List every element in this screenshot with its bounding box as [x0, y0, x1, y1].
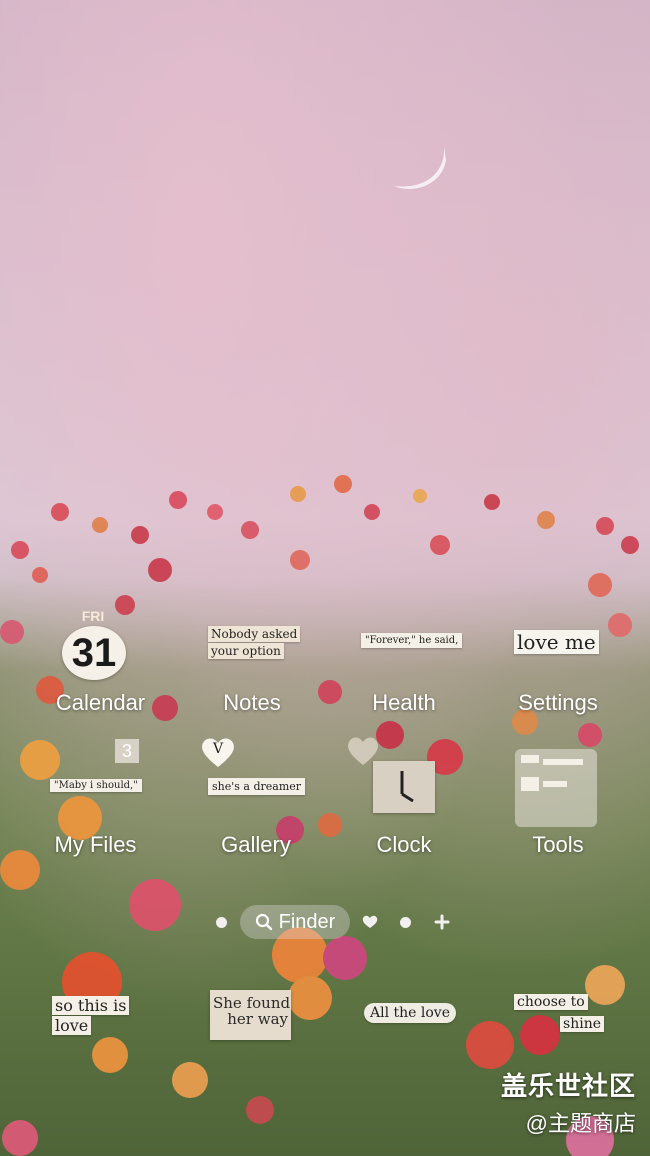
- sticker-shine: shine: [560, 1016, 604, 1032]
- calendar-date-circle: 31: [62, 626, 126, 680]
- app-calendar[interactable]: FRI 31 Calendar: [28, 606, 168, 716]
- dock: Finder: [0, 905, 650, 941]
- calendar-day: FRI: [81, 608, 105, 624]
- notes-caption-line1: Nobody asked: [208, 626, 301, 642]
- heart-page-icon[interactable]: [362, 915, 378, 929]
- sticker-choose-to-shine: choose to shine: [514, 994, 604, 1038]
- app-label-clock: Clock: [376, 832, 432, 857]
- notes-caption-line2: your option: [208, 643, 284, 659]
- sticker-so-this-is: so this is: [52, 996, 130, 1015]
- gallery-letter: V: [212, 741, 224, 757]
- app-label-settings: Settings: [518, 690, 598, 715]
- app-health[interactable]: "Forever," he said, Health: [334, 606, 474, 716]
- app-my-files[interactable]: 3 "Maby i should," My Files: [26, 736, 166, 862]
- app-gallery[interactable]: V she's a dreamer Gallery: [186, 736, 326, 862]
- page-dot-2[interactable]: [400, 917, 411, 928]
- app-label-calendar: Calendar: [55, 690, 146, 715]
- sticker-love: love: [52, 1016, 92, 1035]
- clock-icon: [373, 761, 435, 813]
- app-label-tools: Tools: [532, 832, 584, 857]
- sticker-she-found-her-way: She found her way: [210, 990, 291, 1040]
- sticker-choose-to: choose to: [514, 994, 588, 1010]
- search-icon: [255, 913, 272, 931]
- app-clock[interactable]: Clock: [334, 736, 474, 862]
- my-files-badge: 3: [115, 739, 139, 763]
- app-tools[interactable]: Tools: [488, 736, 628, 862]
- app-label-notes: Notes: [223, 690, 281, 715]
- settings-caption: love me: [514, 630, 599, 654]
- flower-field: [0, 475, 639, 1156]
- app-label-health: Health: [372, 690, 436, 715]
- health-caption: "Forever," he said,: [361, 633, 463, 648]
- sticker-so-this-is-love: so this is love: [52, 996, 130, 1036]
- my-files-caption: "Maby i should,": [50, 779, 142, 792]
- finder-label: Finder: [278, 910, 336, 933]
- page-dot-1[interactable]: [216, 917, 227, 928]
- sticker-all-the-love: All the love: [364, 1003, 456, 1023]
- watermark-subtitle: @主题商店: [525, 1111, 636, 1136]
- app-settings[interactable]: love me Settings: [488, 606, 628, 716]
- plus-icon[interactable]: [434, 914, 450, 930]
- finder-button[interactable]: Finder: [240, 905, 350, 939]
- app-label-my-files: My Files: [54, 832, 137, 857]
- tools-folder-icon: [515, 749, 597, 827]
- watermark-title: 盖乐世社区: [500, 1071, 636, 1101]
- app-label-gallery: Gallery: [221, 832, 291, 857]
- sticker-her-way: her way: [227, 1010, 288, 1028]
- gallery-heart-icon: V: [200, 736, 236, 768]
- gallery-caption: she's a dreamer: [208, 778, 306, 795]
- app-notes[interactable]: Nobody asked your option Notes: [182, 606, 322, 716]
- calendar-date: 31: [71, 631, 117, 675]
